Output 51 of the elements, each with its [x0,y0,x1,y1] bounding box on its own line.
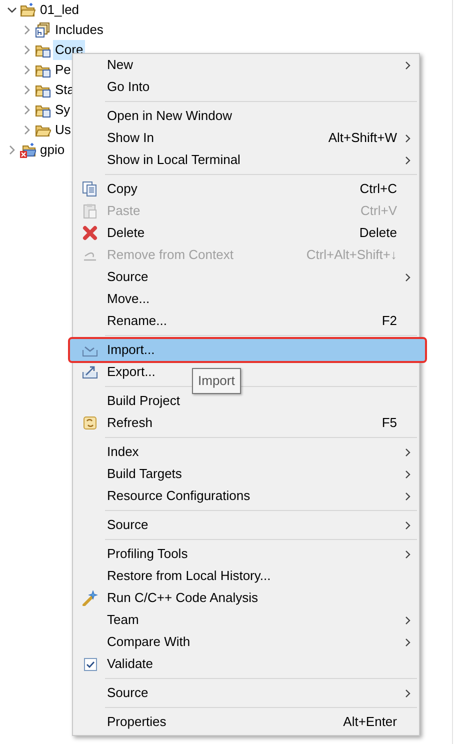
shortcut-text: Ctrl+Alt+Shift+↓ [306,246,397,264]
menu-item[interactable]: Show In [107,128,154,148]
tray-icon [82,364,98,380]
menu-item[interactable]: Build Targets [107,464,182,484]
tree-item[interactable]: Pe [53,60,73,80]
shortcut-text: Alt+Enter [343,713,397,732]
shortcut-text: Ctrl+C [360,180,397,198]
menu-item[interactable]: Compare With [107,632,190,652]
menu-item[interactable]: Rename... [107,311,167,331]
menu-item[interactable]: Source [107,267,148,287]
tree-item[interactable]: Sy [53,100,72,120]
menu-item[interactable]: Import... [70,339,425,361]
menu-item[interactable]: Index [107,442,139,462]
project-folder-icon [20,2,36,18]
menu-item[interactable]: Move... [107,289,150,309]
menu-item[interactable]: Restore from Local History... [107,566,271,586]
include-folder-icon [35,22,51,38]
menu-item[interactable]: Open in New Window [107,106,232,126]
shortcut-text: F2 [382,312,397,330]
shortcut-text: Alt+Shift+W [328,129,397,148]
magic-wand-icon [82,590,98,606]
menu-item[interactable]: Refresh [107,413,153,433]
tree-item[interactable]: Includes [53,20,106,40]
checkbox[interactable] [84,658,96,670]
menu-item[interactable]: Show in Local Terminal [107,150,240,170]
tooltip: Import [192,368,241,394]
menu-item[interactable]: Resource Configurations [107,486,250,506]
menu-item[interactable]: Run C/C++ Code Analysis [107,588,258,608]
menu-item[interactable]: Properties [107,712,166,732]
menu-item[interactable]: Source [107,515,148,535]
tree-item[interactable]: gpio [38,140,67,160]
menu-item[interactable]: Export... [107,362,156,382]
menu-item[interactable]: Profiling Tools [107,544,188,564]
menu-item[interactable]: Delete [107,223,145,243]
menu-item[interactable]: Source [107,683,148,703]
menu-item[interactable]: Copy [107,179,138,199]
tree-item[interactable]: Us [53,120,73,140]
shortcut-text: F5 [382,414,397,432]
copy-icon [82,181,98,197]
project-folder-error-icon [20,142,36,158]
delete-icon [82,225,98,241]
shortcut-text: Delete [359,224,397,242]
menu-item[interactable]: Go Into [107,77,150,97]
menu-item[interactable]: New [107,55,134,75]
menu-item[interactable]: Team [107,610,139,630]
paste-icon [82,203,98,219]
menu-item[interactable]: Build Project [107,391,180,411]
refresh-icon [82,415,98,431]
shortcut-text: Ctrl+V [360,202,397,220]
tree-item[interactable]: 01_led [38,0,82,20]
menu-item[interactable]: Validate [107,654,154,674]
